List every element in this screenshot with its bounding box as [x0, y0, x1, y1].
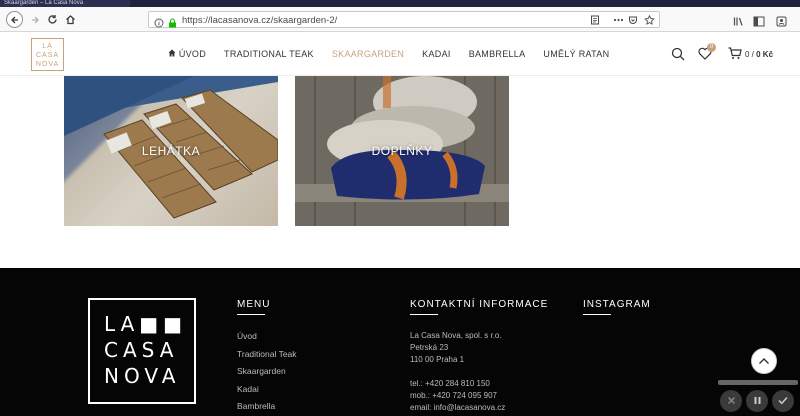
- browser-toolbar: https://lacasanova.cz/skaargarden-2/: [0, 7, 800, 32]
- menu-item-kadai[interactable]: KADAI: [422, 49, 451, 59]
- stop-button[interactable]: [720, 390, 742, 412]
- main-menu: ÚVOD TRADITIONAL TEAK SKAARGARDEN KADAI …: [168, 49, 609, 59]
- wishlist-count-badge: 0: [707, 43, 716, 52]
- cart-total: 0 Kč: [756, 50, 774, 59]
- bookmark-star-icon[interactable]: [644, 14, 655, 27]
- contact-mobile[interactable]: mob.: +420 724 095 907: [410, 390, 505, 402]
- browser-tab[interactable]: [140, 0, 260, 7]
- logo-line: LA■■: [104, 312, 188, 336]
- close-icon: [727, 392, 736, 410]
- menu-item-label: ÚVOD: [178, 49, 207, 59]
- url-text[interactable]: https://lacasanova.cz/skaargarden-2/: [182, 14, 337, 27]
- logo-line: CASA: [104, 338, 179, 362]
- contact-company: La Casa Nova, spol. s r.o.: [410, 331, 502, 340]
- chevron-up-icon: [758, 352, 770, 370]
- home-icon: [168, 49, 179, 59]
- more-icon[interactable]: [613, 15, 624, 27]
- cart-icon[interactable]: [728, 47, 742, 65]
- cart-count: 0: [745, 50, 750, 59]
- contact-street: Petrská 23: [410, 343, 449, 352]
- cart-summary[interactable]: 0 / 0 Kč: [745, 50, 773, 59]
- menu-item-uvod[interactable]: ÚVOD: [168, 49, 206, 59]
- pause-button[interactable]: [746, 390, 768, 412]
- sidebar-icon[interactable]: [753, 14, 765, 32]
- contact-city: 110 00 Praha 1: [410, 355, 465, 364]
- footer-menu-title: MENU: [237, 299, 270, 315]
- lock-icon[interactable]: [168, 15, 177, 33]
- logo-line: NOVA: [35, 61, 60, 68]
- menu-item-skaargarden[interactable]: SKAARGARDEN: [332, 49, 404, 59]
- player-controls: [716, 374, 800, 416]
- menu-item-traditional-teak[interactable]: TRADITIONAL TEAK: [224, 49, 314, 59]
- category-card-lehatka[interactable]: LEHÁTKA: [64, 76, 278, 226]
- info-icon[interactable]: [154, 15, 164, 33]
- search-icon[interactable]: [671, 47, 685, 66]
- reader-icon[interactable]: [590, 15, 600, 27]
- contact-phone[interactable]: tel.: +420 284 810 150: [410, 378, 505, 390]
- footer-menu-item[interactable]: Úvod: [237, 328, 297, 346]
- browser-tab-active[interactable]: Skaargarden – La Casa Nova: [0, 0, 130, 7]
- footer-instagram-title: INSTAGRAM: [583, 299, 651, 315]
- back-icon[interactable]: [6, 11, 23, 28]
- footer-menu: Úvod Traditional Teak Skaargarden Kadai …: [237, 328, 297, 416]
- logo-line: CASA: [35, 52, 60, 59]
- category-card-doplnky[interactable]: DOPLŇKY: [295, 76, 509, 226]
- main-content: LEHÁTKA DOPLŇKY: [0, 76, 800, 268]
- site-footer: LA■■ CASA NOVA MENU Úvod Traditional Tea…: [0, 268, 800, 416]
- browser-tabstrip: Skaargarden – La Casa Nova: [0, 0, 800, 7]
- footer-menu-item[interactable]: Traditional Teak: [237, 346, 297, 364]
- scroll-to-top-button[interactable]: [751, 348, 777, 374]
- site-header: LA CASA NOVA ÚVOD TRADITIONAL TEAK SKAAR…: [0, 32, 800, 76]
- contact-email[interactable]: email: info@lacasanova.cz: [410, 402, 505, 414]
- footer-menu-item[interactable]: Skaargarden: [237, 363, 297, 381]
- footer-menu-item[interactable]: Bambrella: [237, 398, 297, 416]
- footer-contact-info: La Casa Nova, spol. s r.o. Petrská 23 11…: [410, 330, 505, 414]
- footer-contact-title: KONTAKTNÍ INFORMACE: [410, 299, 548, 315]
- site-logo[interactable]: LA CASA NOVA: [31, 38, 64, 71]
- pocket-icon[interactable]: [628, 15, 638, 27]
- logo-line: NOVA: [104, 364, 181, 388]
- logo-line: LA: [42, 43, 53, 50]
- confirm-button[interactable]: [772, 390, 794, 412]
- reload-icon[interactable]: [44, 11, 61, 28]
- library-icon[interactable]: [733, 14, 744, 32]
- player-progress-bar[interactable]: [718, 380, 798, 385]
- check-icon: [778, 392, 788, 410]
- footer-menu-item[interactable]: Kadai: [237, 381, 297, 399]
- home-icon[interactable]: [62, 11, 79, 28]
- forward-icon[interactable]: [26, 11, 43, 28]
- url-bar[interactable]: https://lacasanova.cz/skaargarden-2/: [148, 11, 660, 28]
- footer-logo[interactable]: LA■■ CASA NOVA: [88, 298, 196, 404]
- category-label: LEHÁTKA: [141, 144, 201, 158]
- account-icon[interactable]: [776, 14, 787, 32]
- category-label: DOPLŇKY: [371, 144, 433, 158]
- menu-item-bambrella[interactable]: BAMBRELLA: [469, 49, 526, 59]
- menu-item-umely-ratan[interactable]: UMĚLÝ RATAN: [543, 49, 609, 59]
- pause-icon: [753, 392, 762, 410]
